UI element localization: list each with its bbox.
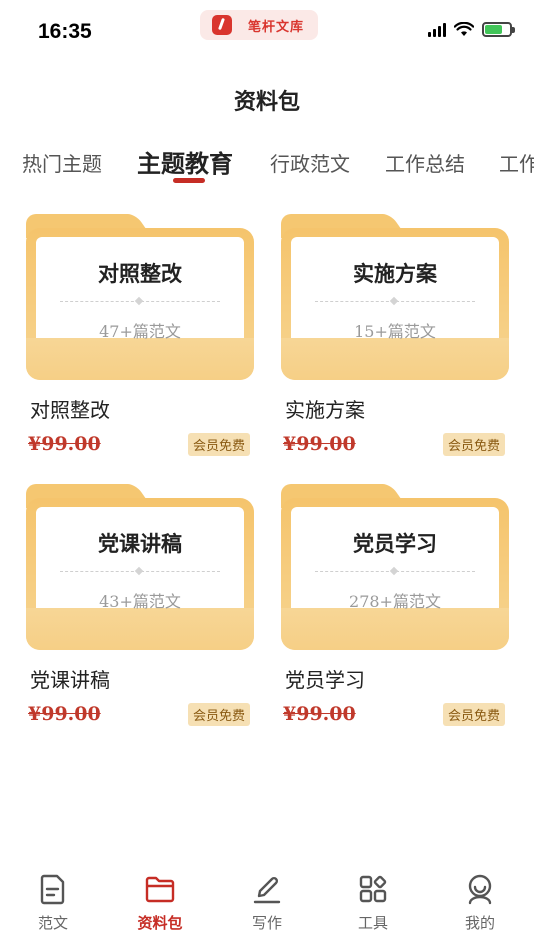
- original-price: ¥99.00: [283, 703, 356, 725]
- folder-doc-count: 47+篇范文: [99, 322, 181, 341]
- original-price: ¥99.00: [283, 433, 356, 455]
- status-bar: 16:35 笔杆文库: [0, 0, 534, 64]
- nav-item-packages[interactable]: 资料包: [120, 872, 200, 933]
- tab-theme-education[interactable]: 主题教育: [137, 144, 233, 179]
- folder-doc-count: 15+篇范文: [354, 322, 436, 341]
- tab-work-summary[interactable]: 工作总结: [385, 148, 465, 177]
- nav-label: 我的: [464, 914, 495, 932]
- wifi-icon: [454, 22, 474, 36]
- nav-item-templates[interactable]: 范文: [13, 872, 93, 933]
- app-name: 笔杆文库: [248, 19, 305, 35]
- nav-item-tools[interactable]: 工具: [333, 872, 413, 933]
- nav-item-profile[interactable]: 我的: [440, 872, 520, 933]
- nav-label: 写作: [251, 914, 282, 932]
- card-name: 党课讲稿: [30, 668, 110, 692]
- active-tab-indicator: [173, 178, 205, 183]
- tab-work[interactable]: 工作: [499, 148, 534, 177]
- resource-card[interactable]: 实施方案 15+篇范文 实施方案 ¥99.00 会员免费: [281, 214, 509, 461]
- nav-item-writing[interactable]: 写作: [227, 872, 307, 933]
- profile-icon: [468, 874, 492, 905]
- grid-icon: [359, 875, 387, 903]
- original-price: ¥99.00: [28, 703, 101, 725]
- resource-card[interactable]: 对照整改 47+篇范文 对照整改 ¥99.00 会员免费: [26, 214, 254, 461]
- folder-title: 党员学习: [353, 531, 437, 556]
- member-free-badge: 会员免费: [442, 703, 505, 726]
- page-title: 资料包: [233, 89, 300, 115]
- category-tabs: 热门主题 主题教育 行政范文 工作总结 工作: [22, 142, 534, 192]
- folder-cover[interactable]: 实施方案 15+篇范文: [281, 214, 509, 380]
- pen-icon: [253, 876, 281, 904]
- card-name: 对照整改: [30, 398, 110, 422]
- folder-cover[interactable]: 对照整改 47+篇范文: [26, 214, 254, 380]
- folder-title: 对照整改: [98, 261, 182, 286]
- nav-label: 工具: [357, 914, 388, 932]
- nav-label: 范文: [37, 914, 68, 932]
- battery-icon: [482, 22, 515, 37]
- member-free-badge: 会员免费: [187, 433, 250, 456]
- folder-title: 实施方案: [353, 261, 437, 286]
- resource-card[interactable]: 党员学习 278+篇范文 党员学习 ¥99.00 会员免费: [281, 484, 509, 731]
- member-free-badge: 会员免费: [442, 433, 505, 456]
- status-time: 16:35: [38, 20, 92, 43]
- card-name: 党员学习: [285, 668, 365, 692]
- tab-hot-topics[interactable]: 热门主题: [22, 148, 102, 177]
- app-logo-icon: [212, 15, 232, 35]
- document-icon: [40, 874, 65, 905]
- cellular-signal-icon: [428, 22, 446, 37]
- tab-administrative[interactable]: 行政范文: [270, 148, 350, 177]
- folder-doc-count: 278+篇范文: [349, 592, 441, 611]
- resource-card[interactable]: 党课讲稿 43+篇范文 党课讲稿 ¥99.00 会员免费: [26, 484, 254, 731]
- app-indicator-pill[interactable]: 笔杆文库: [200, 10, 318, 40]
- member-free-badge: 会员免费: [187, 703, 250, 726]
- folder-cover[interactable]: 党课讲稿 43+篇范文: [26, 484, 254, 650]
- original-price: ¥99.00: [28, 433, 101, 455]
- folder-title: 党课讲稿: [98, 531, 182, 556]
- folder-icon: [145, 876, 175, 903]
- card-name: 实施方案: [285, 398, 365, 422]
- folder-cover[interactable]: 党员学习 278+篇范文: [281, 484, 509, 650]
- folder-doc-count: 43+篇范文: [99, 592, 181, 611]
- status-icons: [428, 22, 515, 37]
- bottom-nav: 范文 资料包 写作 工具 我的: [0, 870, 534, 950]
- nav-label: 资料包: [137, 914, 183, 932]
